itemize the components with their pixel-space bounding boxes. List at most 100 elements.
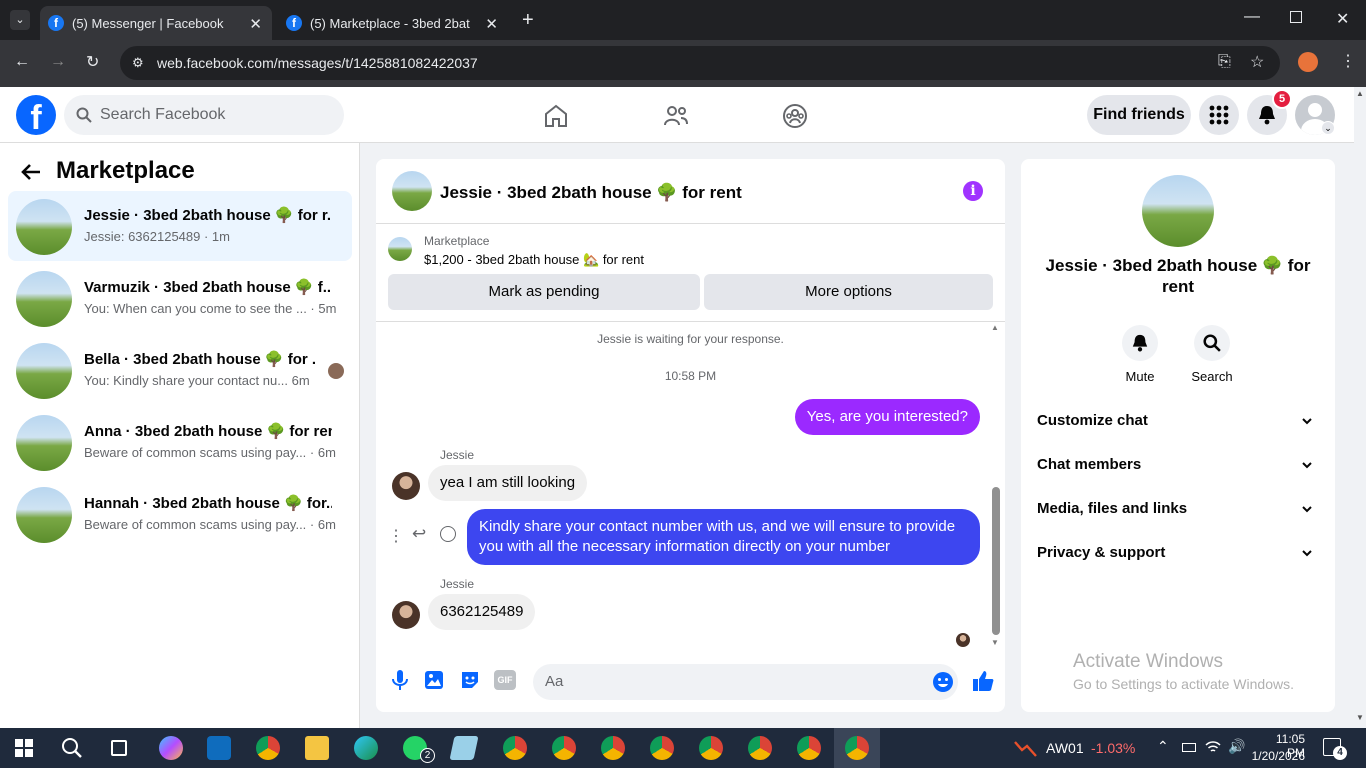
groups-icon[interactable] (782, 103, 808, 129)
clock-date[interactable]: 1/20/2026 (1251, 749, 1305, 763)
listing-thumbnail[interactable] (388, 237, 412, 261)
message-bubble-outgoing[interactable]: Kindly share your contact number with us… (467, 509, 980, 565)
chat-title[interactable]: Jessie · 3bed 2bath house 🌳 for rent (440, 183, 742, 203)
volume-icon[interactable]: 🔊 (1228, 738, 1245, 755)
message-input[interactable]: Aa (533, 664, 958, 700)
more-actions-icon[interactable]: ⋮ (388, 526, 404, 546)
conversation-item[interactable]: Bella · 3bed 2bath house 🌳 for ... You: … (8, 335, 352, 405)
scroll-thumb[interactable] (992, 487, 1000, 635)
show-hidden-icons-icon[interactable]: ⌃ (1157, 738, 1169, 755)
photo-icon[interactable] (422, 668, 446, 692)
profile-icon[interactable] (1298, 52, 1318, 72)
close-tab-icon[interactable]: ✕ (249, 15, 262, 33)
taskbar-search-icon[interactable] (61, 737, 83, 759)
outlook-icon[interactable] (207, 736, 231, 760)
scroll-down-icon[interactable]: ▼ (991, 638, 999, 647)
find-friends-button[interactable]: Find friends (1087, 95, 1191, 135)
conversation-item[interactable]: Varmuzik · 3bed 2bath house 🌳 f... You: … (8, 263, 352, 333)
sender-avatar[interactable] (392, 472, 420, 500)
conversation-avatar (16, 199, 72, 255)
reload-icon[interactable]: ↻ (86, 52, 99, 72)
media-files-links-row[interactable]: Media, files and links (1037, 487, 1319, 531)
search-chat-button[interactable]: Search (1182, 325, 1242, 384)
home-icon[interactable] (543, 103, 569, 129)
message-scrollbar[interactable]: ▲ ▼ (990, 322, 1002, 652)
chrome-profile-icon[interactable] (699, 736, 723, 760)
menu-button[interactable] (1199, 95, 1239, 135)
customize-chat-row[interactable]: Customize chat (1037, 399, 1319, 443)
wifi-icon[interactable] (1205, 740, 1221, 754)
mark-as-pending-button[interactable]: Mark as pending (388, 274, 700, 310)
tab-messenger[interactable]: f (5) Messenger | Facebook ✕ (40, 6, 272, 40)
windows-start-icon[interactable] (15, 739, 33, 757)
gif-icon[interactable]: GIF (494, 670, 516, 690)
chrome-profile-icon[interactable] (748, 736, 772, 760)
address-bar[interactable]: ⚙ web.facebook.com/messages/t/1425881082… (120, 46, 1280, 80)
conversation-item[interactable]: Hannah · 3bed 2bath house 🌳 for... Bewar… (8, 479, 352, 549)
forward-icon[interactable]: → (50, 53, 66, 71)
message-bubble-outgoing[interactable]: Yes, are you interested? (794, 399, 980, 435)
chrome-active-icon (845, 736, 869, 760)
minimize-icon[interactable]: — (1244, 8, 1260, 26)
file-explorer-icon[interactable] (305, 736, 329, 760)
chevron-down-icon (1302, 506, 1312, 513)
more-options-button[interactable]: More options (704, 274, 993, 310)
active-app-highlight[interactable] (834, 728, 880, 768)
privacy-support-row[interactable]: Privacy & support (1037, 531, 1319, 575)
facebook-logo[interactable]: f (16, 95, 56, 135)
chrome-profile-icon[interactable] (503, 736, 527, 760)
listing-price[interactable]: $1,200 - 3bed 2bath house 🏡 for rent (424, 252, 644, 268)
chrome-profile-icon[interactable] (601, 736, 625, 760)
page-scroll-up-icon[interactable]: ▲ (1356, 89, 1364, 98)
chrome-profile-icon[interactable] (797, 736, 821, 760)
friends-icon[interactable] (663, 103, 689, 129)
stock-change[interactable]: -1.03% (1091, 740, 1135, 756)
thumbs-up-icon[interactable] (972, 669, 994, 693)
chat-avatar[interactable] (392, 171, 432, 211)
chat-members-row[interactable]: Chat members (1037, 443, 1319, 487)
mute-button[interactable]: Mute (1110, 325, 1170, 384)
reply-icon[interactable]: ↩ (412, 524, 426, 544)
sticker-icon[interactable] (458, 668, 482, 692)
back-icon[interactable]: ← (14, 53, 30, 71)
page-scrollbar[interactable]: ▲ ▼ (1354, 87, 1366, 728)
chrome-profile-icon[interactable] (256, 736, 280, 760)
edge-icon[interactable] (354, 736, 378, 760)
section-label: Privacy & support (1037, 544, 1166, 561)
message-bubble-incoming[interactable]: yea I am still looking (428, 465, 588, 501)
conversation-item[interactable]: Jessie · 3bed 2bath house 🌳 for r... Jes… (8, 191, 352, 261)
sender-avatar[interactable] (392, 601, 420, 629)
copilot-icon[interactable] (159, 736, 183, 760)
page-scroll-down-icon[interactable]: ▼ (1356, 713, 1364, 722)
conversation-item[interactable]: Anna · 3bed 2bath house 🌳 for rent Bewar… (8, 407, 352, 477)
new-tab-icon[interactable]: + (522, 9, 534, 32)
apps-grid-icon (1209, 105, 1229, 125)
bookmark-star-icon[interactable]: ☆ (1250, 52, 1264, 72)
message-bubble-incoming[interactable]: 6362125489 (428, 594, 536, 630)
close-window-icon[interactable]: ✕ (1336, 9, 1349, 29)
tab-marketplace[interactable]: f (5) Marketplace - 3bed 2bath h ✕ (278, 6, 508, 40)
close-tab-icon[interactable]: ✕ (485, 15, 498, 33)
chrome-menu-icon[interactable]: ⋮ (1340, 51, 1356, 71)
chrome-profile-icon[interactable] (650, 736, 674, 760)
react-emoji-icon[interactable] (440, 526, 456, 542)
battery-icon[interactable] (1182, 743, 1196, 752)
account-chevron-down-icon[interactable]: ⌄ (1321, 121, 1335, 135)
notes-app-icon[interactable] (449, 736, 479, 760)
search-input[interactable]: Search Facebook (64, 95, 344, 135)
stock-name[interactable]: AW01 (1046, 740, 1084, 756)
chrome-profile-icon[interactable] (552, 736, 576, 760)
emoji-icon[interactable] (932, 671, 954, 693)
install-app-icon[interactable]: ⎘ (1218, 53, 1231, 71)
restore-icon[interactable] (1290, 11, 1302, 23)
info-icon[interactable]: i (963, 181, 983, 201)
back-arrow-icon[interactable] (20, 161, 42, 183)
scroll-up-icon[interactable]: ▲ (991, 323, 999, 332)
microphone-icon[interactable] (388, 668, 412, 692)
stock-chart-icon[interactable] (1014, 738, 1038, 758)
contact-avatar[interactable] (1142, 175, 1214, 247)
site-info-icon[interactable]: ⚙ (132, 46, 144, 80)
task-view-icon[interactable] (111, 740, 127, 756)
tab-search-icon[interactable]: ⌄ (10, 10, 30, 30)
chat-header: Jessie · 3bed 2bath house 🌳 for rent i (376, 159, 1005, 224)
